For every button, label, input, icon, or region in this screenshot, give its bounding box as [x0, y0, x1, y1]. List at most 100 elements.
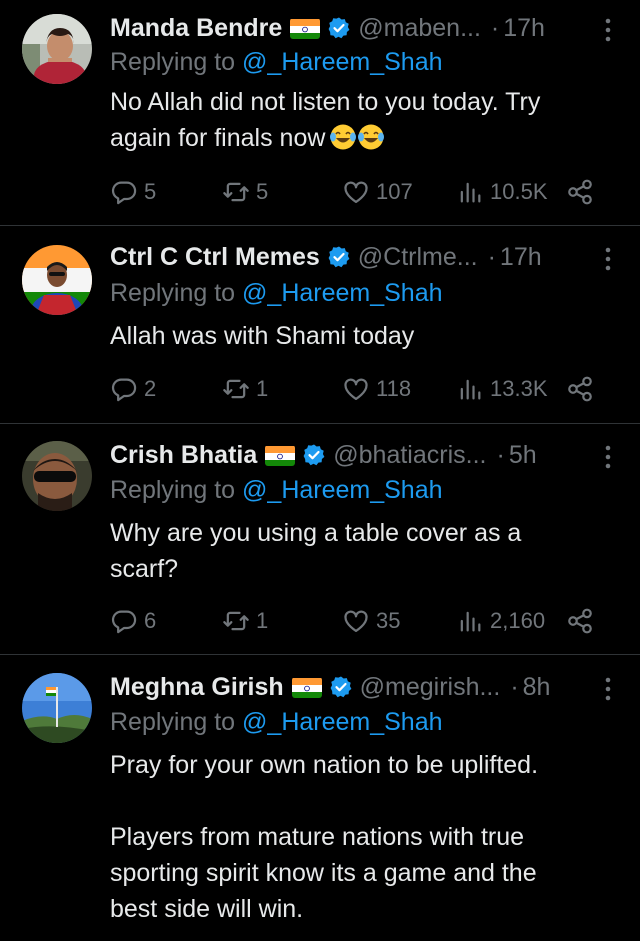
views-button[interactable]: 10.5K: [456, 176, 548, 208]
avatar[interactable]: [22, 673, 92, 743]
replying-to-label: Replying to: [110, 708, 236, 736]
more-options-icon[interactable]: [604, 677, 612, 701]
reply-count: 5: [144, 179, 157, 204]
timestamp[interactable]: 8h: [523, 673, 551, 702]
tweet-header: Meghna Girish @megirish... · 8h: [110, 671, 550, 703]
tweet-text: Pray for your own nation to be uplifted.…: [110, 747, 610, 927]
share-icon: [568, 608, 592, 634]
user-handle[interactable]: @Ctrlme...: [358, 243, 478, 272]
tweet-text-line: [110, 783, 610, 819]
retweet-count: 1: [256, 376, 269, 401]
like-button[interactable]: 107: [342, 176, 413, 208]
reply-button[interactable]: 6: [110, 605, 156, 637]
reply-icon: [111, 181, 137, 205]
tweet-text-line: Pray for your own nation to be uplifted.: [110, 751, 539, 779]
separator-dot: ·: [490, 13, 500, 42]
tweet-actions: 2 1 118 13.3K: [110, 373, 610, 405]
tweet-reply[interactable]: Meghna Girish @megirish... · 8h Replying…: [0, 656, 640, 941]
replying-to-label: Replying to: [110, 476, 236, 504]
tweet-reply[interactable]: Crish Bhatia @bhatiacris... · 5h Replyin…: [0, 425, 640, 655]
separator-dot: ·: [487, 242, 496, 271]
views-button[interactable]: 13.3K: [456, 373, 548, 405]
retweet-button[interactable]: 1: [222, 605, 268, 637]
india-flag-icon: [291, 677, 322, 698]
tweet-header: Manda Bendre @maben... · 17h: [110, 12, 545, 44]
view-count: 10.5K: [490, 179, 548, 204]
timestamp[interactable]: 17h: [503, 14, 545, 43]
tweet-reply[interactable]: Manda Bendre @maben... · 17h Replying to…: [0, 0, 640, 226]
replying-to: Replying to @_Hareem_Shah: [110, 708, 443, 737]
share-button[interactable]: [566, 373, 600, 405]
tweet-header: Ctrl C Ctrl Memes @Ctrlme... · 17h: [110, 241, 542, 273]
reply-mention-link[interactable]: @_Hareem_Shah: [242, 48, 443, 76]
reply-mention-link[interactable]: @_Hareem_Shah: [242, 279, 443, 307]
verified-badge-icon: [329, 675, 353, 699]
avatar[interactable]: [22, 14, 92, 84]
verified-badge-icon: [327, 245, 351, 269]
laughing-tears-emoji-icon: [329, 123, 357, 151]
like-count: 35: [376, 608, 401, 633]
india-flag-icon: [290, 18, 321, 39]
share-icon: [568, 179, 592, 205]
like-count: 107: [376, 179, 413, 204]
like-button[interactable]: 118: [342, 373, 411, 405]
verified-badge-icon: [302, 443, 326, 467]
tweet-text: No Allah did not listen to you today. Tr…: [110, 84, 610, 156]
tweet-text-line: Allah was with Shami today: [110, 322, 415, 350]
like-count: 118: [376, 376, 412, 401]
retweet-count: 1: [256, 608, 269, 633]
views-button[interactable]: 2,160: [456, 605, 545, 637]
display-name[interactable]: Ctrl C Ctrl Memes: [110, 243, 320, 272]
reply-mention-link[interactable]: @_Hareem_Shah: [242, 476, 443, 504]
separator-dot: ·: [510, 672, 519, 701]
retweet-icon: [223, 182, 249, 202]
reply-button[interactable]: 5: [110, 176, 156, 208]
tweet-text-fragment: again for finals now: [110, 124, 326, 152]
tweet-text: Allah was with Shami today: [110, 318, 610, 354]
user-handle[interactable]: @megirish...: [360, 673, 501, 702]
more-options-icon[interactable]: [604, 247, 612, 271]
heart-icon: [344, 378, 368, 401]
retweet-icon: [223, 379, 249, 399]
display-name[interactable]: Crish Bhatia: [110, 441, 257, 470]
more-options-icon[interactable]: [604, 18, 612, 42]
replying-to: Replying to @_Hareem_Shah: [110, 48, 443, 77]
timestamp[interactable]: 5h: [509, 441, 537, 470]
like-button[interactable]: 35: [342, 605, 400, 637]
user-handle[interactable]: @bhatiacris...: [333, 441, 486, 470]
heart-icon: [344, 181, 368, 204]
retweet-icon: [223, 611, 249, 631]
display-name[interactable]: Manda Bendre: [110, 14, 282, 43]
tweet-header: Crish Bhatia @bhatiacris... · 5h: [110, 439, 537, 471]
india-flag-icon: [265, 445, 296, 466]
share-button[interactable]: [566, 176, 600, 208]
reply-icon: [111, 610, 137, 634]
views-chart-icon: [460, 379, 481, 400]
retweet-button[interactable]: 5: [222, 176, 268, 208]
views-chart-icon: [460, 182, 481, 203]
reply-mention-link[interactable]: @_Hareem_Shah: [242, 708, 443, 736]
laughing-tears-emoji-icon: [357, 123, 385, 151]
tweet-actions: 6 1 35 2,160: [110, 605, 610, 637]
avatar[interactable]: [22, 441, 92, 511]
retweet-button[interactable]: 1: [222, 373, 268, 405]
tweet-text-line: sporting spirit know its a game and the: [110, 859, 537, 887]
view-count: 2,160: [490, 608, 546, 633]
share-button[interactable]: [566, 605, 600, 637]
tweet-text-line: again for finals now: [110, 120, 610, 156]
display-name[interactable]: Meghna Girish: [110, 673, 284, 702]
separator-dot: ·: [496, 440, 505, 469]
timestamp[interactable]: 17h: [500, 243, 542, 272]
reply-count: 2: [144, 376, 157, 401]
views-chart-icon: [460, 611, 481, 632]
tweet-actions: 5 5 107 10.5K: [110, 176, 610, 208]
more-options-icon[interactable]: [604, 445, 612, 469]
replying-to: Replying to @_Hareem_Shah: [110, 476, 443, 505]
avatar[interactable]: [22, 245, 92, 315]
tweet-reply[interactable]: Ctrl C Ctrl Memes @Ctrlme... · 17h Reply…: [0, 227, 640, 424]
share-icon: [568, 376, 592, 402]
tweet-text-line: Why are you using a table cover as a: [110, 519, 522, 547]
user-handle[interactable]: @maben...: [358, 14, 481, 43]
reply-count: 6: [144, 608, 157, 633]
reply-button[interactable]: 2: [110, 373, 156, 405]
